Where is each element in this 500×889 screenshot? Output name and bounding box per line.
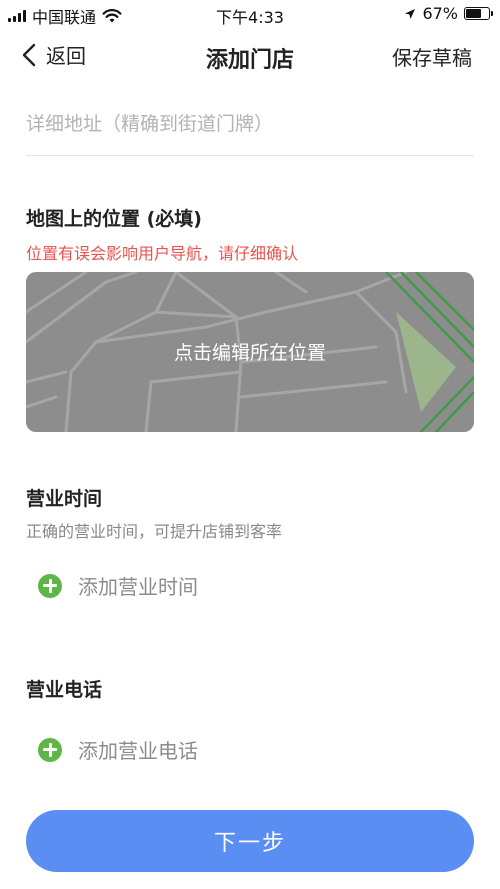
add-phone-button[interactable]: 添加营业电话 (38, 735, 198, 764)
back-button[interactable]: 返回 (22, 40, 86, 69)
hours-section-title: 营业时间 (26, 488, 103, 510)
next-step-button[interactable]: 下一步 (26, 810, 474, 872)
back-label: 返回 (46, 44, 86, 68)
map-warning-text: 位置有误会影响用户导航，请仔细确认 (26, 244, 299, 263)
add-phone-label: 添加营业电话 (78, 739, 198, 763)
map-section-title: 地图上的位置 (必填) (26, 208, 202, 230)
chevron-left-icon (22, 43, 36, 66)
hours-hint-text: 正确的营业时间，可提升店铺到客率 (26, 522, 283, 541)
map-edit-label: 点击编辑所在位置 (173, 342, 326, 364)
save-draft-button[interactable]: 保存草稿 (392, 42, 472, 71)
address-field (26, 98, 474, 156)
add-hours-label: 添加营业时间 (78, 575, 198, 599)
status-right: 67% (404, 4, 493, 23)
status-bar: 中国联通 下午4:33 67% (0, 0, 500, 28)
address-input[interactable] (26, 98, 474, 150)
plus-circle-icon (38, 573, 62, 598)
map-preview[interactable]: 点击编辑所在位置 (26, 272, 474, 432)
battery-percent: 67% (422, 4, 458, 23)
plus-circle-icon (38, 737, 62, 762)
nav-bar: 返回 添加门店 保存草稿 (0, 30, 500, 86)
battery-icon (464, 7, 493, 20)
location-arrow-icon (405, 8, 416, 19)
phone-section-title: 营业电话 (26, 679, 103, 701)
add-hours-button[interactable]: 添加营业时间 (38, 571, 198, 600)
